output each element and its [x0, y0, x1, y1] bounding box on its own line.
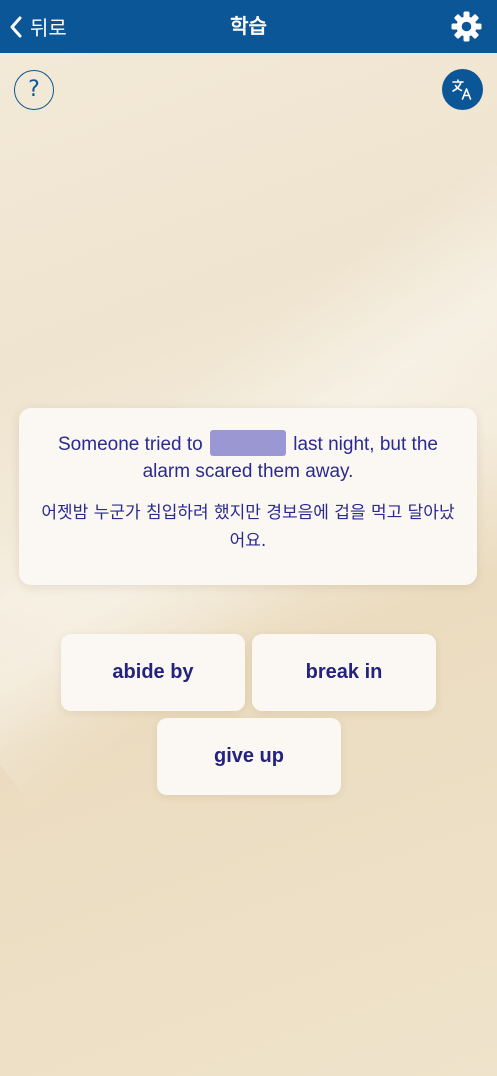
option-break-in[interactable]: break in [252, 634, 436, 711]
page-title: 학습 [230, 14, 267, 38]
back-label: 뒤로 [30, 16, 67, 40]
question-icon: ? [28, 77, 40, 102]
settings-button[interactable] [450, 10, 483, 43]
gear-icon [450, 11, 483, 47]
answer-blank [209, 430, 286, 456]
translate-button[interactable] [442, 69, 483, 110]
chevron-left-icon [8, 15, 24, 39]
option-abide-by[interactable]: abide by [61, 634, 245, 711]
option-give-up[interactable]: give up [157, 718, 341, 795]
sentence-card: Someone tried to last night, but the ala… [19, 408, 477, 585]
sentence-before: Someone tried to [58, 434, 203, 455]
back-button[interactable]: 뒤로 [8, 0, 67, 53]
korean-translation: 어젯밤 누군가 침입하려 했지만 경보음에 겁을 먹고 달아났어요. [41, 503, 455, 551]
help-button[interactable]: ? [14, 70, 54, 110]
top-nav-bar: 뒤로 학습 [0, 0, 497, 53]
english-sentence: Someone tried to last night, but the ala… [41, 430, 455, 485]
